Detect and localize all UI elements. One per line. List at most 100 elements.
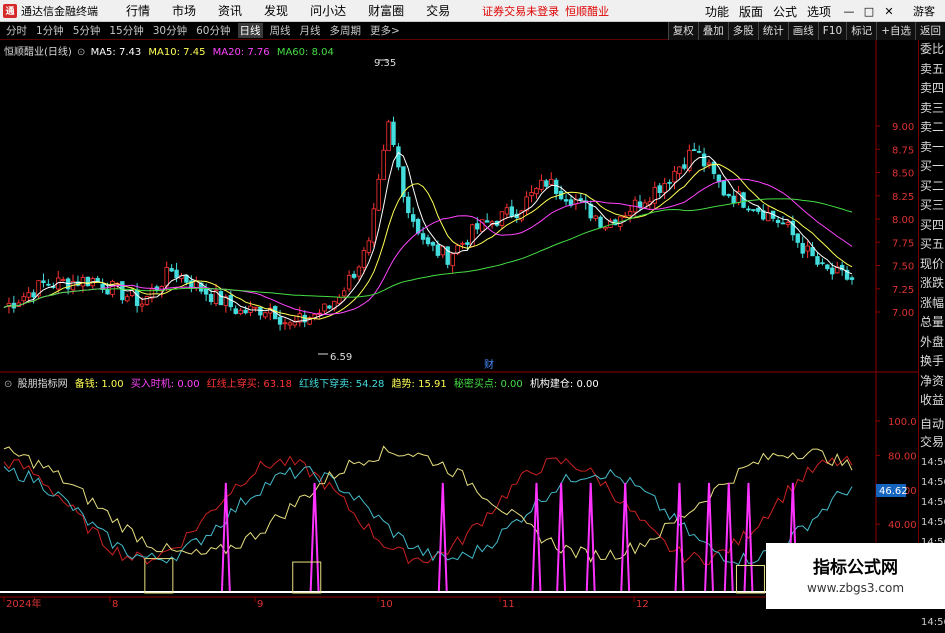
side-label-2: 卖四 xyxy=(919,81,944,95)
kline-chart[interactable]: 9.00 8.75 8.50 8.25 8.00 7.75 7.50 7.25 7.00 100… xyxy=(0,40,918,609)
candle-body xyxy=(356,266,362,277)
reserve-box xyxy=(292,561,322,594)
menu-discover[interactable]: 发现 xyxy=(264,2,288,19)
period-60min[interactable]: 60分钟 xyxy=(194,23,232,38)
candle-body xyxy=(785,222,791,225)
reserve-box xyxy=(735,564,765,594)
menu-trade[interactable]: 交易 xyxy=(426,2,450,19)
menu-options[interactable]: 选项 xyxy=(807,3,831,20)
period-1min[interactable]: 1分钟 xyxy=(34,23,66,38)
price-axis-label: 7.50 xyxy=(892,262,914,273)
candle-body xyxy=(134,289,140,306)
period-30min[interactable]: 30分钟 xyxy=(151,23,189,38)
period-monthly[interactable]: 月线 xyxy=(298,23,323,38)
candle-body xyxy=(174,269,179,279)
menu-ask[interactable]: 问小达 xyxy=(310,2,346,19)
candle-body xyxy=(366,240,372,253)
back-button[interactable]: 返回 xyxy=(915,22,945,40)
period-15min[interactable]: 15分钟 xyxy=(107,23,145,38)
side-time-0: 14:56 xyxy=(921,456,945,468)
period-daily[interactable]: 日线 xyxy=(237,23,263,38)
period-5min[interactable]: 5分钟 xyxy=(71,23,103,38)
candle-body xyxy=(465,242,470,245)
menu-formula[interactable]: 公式 xyxy=(773,3,797,20)
candle-body xyxy=(657,185,662,193)
candle-body xyxy=(815,256,820,265)
date-axis-label: 12 xyxy=(636,599,649,609)
close-icon[interactable]: ✕ xyxy=(879,5,899,18)
period-weekly[interactable]: 周线 xyxy=(268,23,293,38)
mark-button[interactable]: 标记 xyxy=(846,22,877,40)
candle-body xyxy=(746,208,751,211)
watermark-url: www.zbgs3.com xyxy=(806,581,905,595)
menu-layout[interactable]: 版面 xyxy=(739,3,763,20)
add-watchlist-button[interactable]: +自选 xyxy=(876,22,915,40)
menu-quotes[interactable]: 行情 xyxy=(126,2,150,19)
candle-body xyxy=(396,146,401,168)
candle-body xyxy=(361,250,367,268)
candle-body xyxy=(341,290,347,297)
candle-body xyxy=(682,164,687,169)
financial-report-marker[interactable]: 财 xyxy=(484,358,494,371)
price-axis-label: 7.00 xyxy=(892,308,914,319)
buy-timing-spike xyxy=(220,482,231,594)
dropdown-icon[interactable]: ⊙ xyxy=(77,47,85,58)
candle-body xyxy=(627,211,633,216)
indicator-legend: ⊙ 股朋指标网 备钱: 1.00 买入时机: 0.00 红线上穿买: 63.18… xyxy=(4,375,599,390)
menu-market[interactable]: 市场 xyxy=(172,2,196,19)
indicator-dropdown-icon[interactable]: ⊙ xyxy=(4,379,12,390)
indicator-axis-label: 100.0 xyxy=(888,417,917,428)
price-axis: 9.00 8.75 8.50 8.25 8.00 7.75 7.50 7.25 7.00 xyxy=(876,122,914,319)
menu-function[interactable]: 功能 xyxy=(705,3,729,20)
menu-wealth[interactable]: 财富圈 xyxy=(368,2,404,19)
candle-body xyxy=(563,199,569,202)
f10-button[interactable]: F10 xyxy=(817,22,847,40)
candle-body xyxy=(144,296,150,305)
period-toolbar: 分时 1分钟 5分钟 15分钟 30分钟 60分钟 日线 周线 月线 多周期 更… xyxy=(0,22,945,40)
candle-body xyxy=(711,161,717,174)
candle-body xyxy=(578,198,584,201)
side-label-18: 收益 xyxy=(919,393,944,407)
candle-body xyxy=(504,207,510,215)
current-value: 46.62 xyxy=(879,486,908,497)
candle-body xyxy=(549,178,554,185)
candle-body xyxy=(60,279,66,282)
indicator-label-trend: 趋势: 15.91 xyxy=(391,379,447,390)
candlestick-series xyxy=(6,116,855,331)
candle-body xyxy=(80,277,86,287)
period-tick[interactable]: 分时 xyxy=(4,23,29,38)
stock-name-header: 恒顺醋业 xyxy=(565,4,610,18)
stats-button[interactable]: 统计 xyxy=(757,22,788,40)
buy-timing-spike xyxy=(556,482,567,594)
overlay-button[interactable]: 叠加 xyxy=(697,22,728,40)
candle-body xyxy=(588,203,593,219)
auto-trade-label[interactable]: 自动交易 xyxy=(919,415,945,453)
multi-stock-button[interactable]: 多股 xyxy=(727,22,758,40)
candle-body xyxy=(351,273,357,278)
candle-body xyxy=(756,207,761,212)
candle-body xyxy=(672,170,677,183)
candle-body xyxy=(139,303,145,307)
login-notice[interactable]: 证券交易未登录 xyxy=(482,3,559,19)
minimize-icon[interactable]: — xyxy=(839,5,859,18)
guest-user[interactable]: 游客 xyxy=(913,3,935,19)
indicator-label-secret-buy: 秘密买点: 0.00 xyxy=(453,379,523,390)
candle-body xyxy=(253,306,258,309)
maximize-icon[interactable]: □ xyxy=(859,5,879,18)
period-more[interactable]: 更多> xyxy=(368,23,402,38)
indicator-axis-label: 40.00 xyxy=(888,520,917,531)
indicator-label-red-cross-up: 红线上穿买: 63.18 xyxy=(206,379,292,390)
draw-line-button[interactable]: 画线 xyxy=(787,22,818,40)
candle-body xyxy=(169,268,174,272)
adjust-button[interactable]: 复权 xyxy=(667,22,698,40)
side-label-3: 卖三 xyxy=(919,100,944,115)
candle-body xyxy=(741,192,746,208)
period-multi[interactable]: 多周期 xyxy=(328,23,364,38)
candle-body xyxy=(125,296,130,302)
candle-body xyxy=(120,281,125,301)
candle-body xyxy=(667,181,672,184)
menu-news[interactable]: 资讯 xyxy=(218,2,242,19)
ma20-label: MA20: 7.76 xyxy=(212,47,270,58)
candle-body xyxy=(830,267,835,275)
side-label-14: 总量 xyxy=(919,315,944,329)
